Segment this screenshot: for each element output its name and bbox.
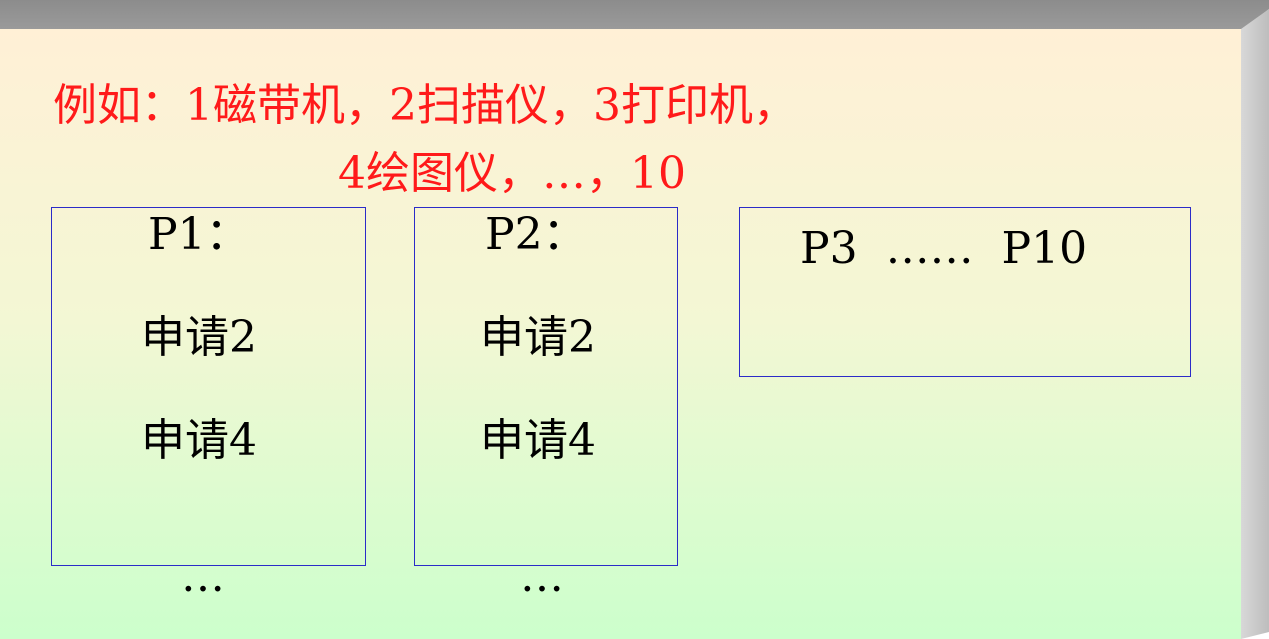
slide-bevel-right [1241,9,1269,639]
request-item: 申请4 [480,415,596,466]
example-line-1: 例如：1磁带机，2扫描仪，3打印机， [53,80,797,131]
example-line-2: 4绘图仪，…，10 [338,148,686,199]
process-label-p2: P2： [485,209,587,260]
process-box-p2 [414,207,678,566]
ellipsis: … [520,551,564,602]
request-item: 申请2 [141,312,257,363]
ellipsis: … [181,551,225,602]
process-label-p1: P1： [148,209,250,260]
request-item: 申请4 [141,415,257,466]
slide-bevel-top [0,0,1269,29]
process-box-p1 [51,207,366,566]
request-item: 申请2 [480,312,596,363]
process-label-p3-p10: P3 …… P10 [800,223,1088,274]
